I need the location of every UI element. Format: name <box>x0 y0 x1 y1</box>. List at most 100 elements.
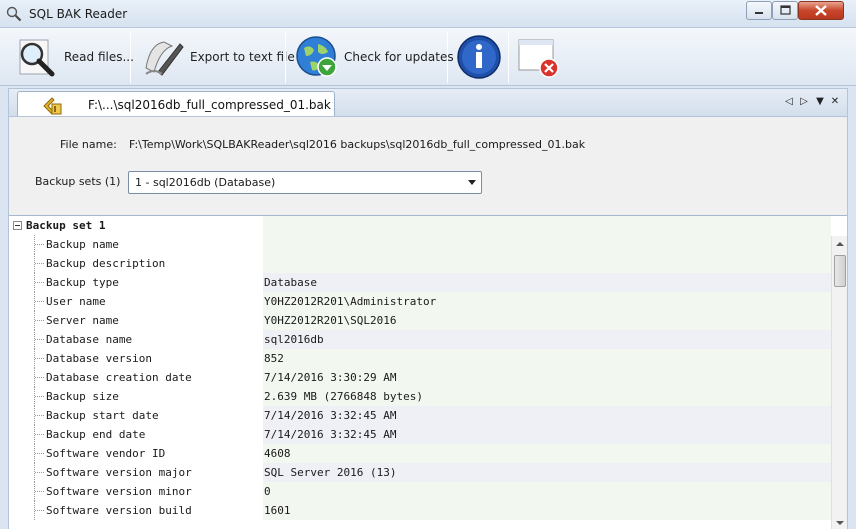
tab-list-dropdown-icon[interactable]: ▼ <box>814 96 826 108</box>
title-bar: SQL BAK Reader <box>0 0 856 28</box>
property-value: 4608 <box>263 444 831 463</box>
exit-window-icon <box>518 39 559 78</box>
table-row[interactable]: Software version major SQL Server 2016 (1… <box>9 463 831 482</box>
scroll-thumb[interactable] <box>834 255 846 287</box>
close-icon <box>815 5 827 16</box>
property-value <box>263 235 831 254</box>
tree-line <box>35 282 44 283</box>
table-row[interactable]: User name Y0HZ2012R201\Administrator <box>9 292 831 311</box>
document-tab-strip: F:\...\sql2016db_full_compressed_01.bak … <box>8 88 848 118</box>
table-row[interactable]: Database name sql2016db <box>9 330 831 349</box>
table-row[interactable]: Backup type Database <box>9 273 831 292</box>
property-value: Y0HZ2012R201\SQL2016 <box>263 311 831 330</box>
table-row[interactable]: Server name Y0HZ2012R201\SQL2016 <box>9 311 831 330</box>
minimize-button[interactable] <box>746 1 772 20</box>
property-name: Software version build <box>46 504 192 517</box>
tree-line <box>35 415 44 416</box>
property-name: Server name <box>46 314 119 327</box>
file-name-value: F:\Temp\Work\SQLBAKReader\sql2016 backup… <box>129 138 586 151</box>
property-value: SQL Server 2016 (13) <box>263 463 831 482</box>
table-row[interactable]: Backup description <box>9 254 831 273</box>
tree-line <box>35 472 44 473</box>
tree-line <box>35 453 44 454</box>
property-name: Software vendor ID <box>46 447 166 460</box>
tree-root-node[interactable]: Backup set 1 <box>9 216 831 235</box>
table-row[interactable]: Backup name <box>9 235 831 254</box>
export-text-button[interactable]: Export to text file <box>138 31 295 83</box>
file-name-label: File name: <box>60 138 117 151</box>
table-row[interactable]: Backup start date 7/14/2016 3:32:45 AM <box>9 406 831 425</box>
tree-line <box>35 339 44 340</box>
property-name: Database name <box>46 333 133 346</box>
tree-line <box>35 434 44 435</box>
tree-line <box>35 396 44 397</box>
property-value <box>263 254 831 273</box>
tree-line <box>35 320 44 321</box>
property-name: Backup start date <box>46 409 159 422</box>
tree-line <box>35 263 44 264</box>
magnifier-icon <box>6 6 22 22</box>
property-value: sql2016db <box>263 330 831 349</box>
table-row[interactable]: Software vendor ID 4608 <box>9 444 831 463</box>
toolbar-separator <box>447 31 448 83</box>
collapse-icon[interactable] <box>13 221 22 230</box>
property-name: Backup description <box>46 257 166 270</box>
window-title: SQL BAK Reader <box>29 7 128 21</box>
tree-root-label: Backup set 1 <box>26 219 106 232</box>
check-updates-button[interactable]: Check for updates <box>292 31 454 83</box>
tree-line <box>35 510 44 511</box>
property-name: Backup type <box>46 276 119 289</box>
globe-update-icon <box>296 36 337 77</box>
read-files-label: Read files... <box>64 50 134 64</box>
tree-line <box>35 244 44 245</box>
backup-info-panel: File name: F:\Temp\Work\SQLBAKReader\sql… <box>8 116 848 529</box>
read-files-button[interactable]: Read files... <box>12 31 134 83</box>
backup-sets-dropdown[interactable]: 1 - sql2016db (Database) <box>128 171 482 194</box>
property-value: 852 <box>263 349 831 368</box>
maximize-icon <box>780 5 791 15</box>
property-value: 7/14/2016 3:32:45 AM <box>263 406 831 425</box>
table-row[interactable]: Backup size 2.639 MB (2766848 bytes) <box>9 387 831 406</box>
tab-scroll-left-icon[interactable]: ◁ <box>783 96 795 108</box>
table-row[interactable]: Software version minor 0 <box>9 482 831 501</box>
scroll-down-icon[interactable] <box>834 517 846 529</box>
property-name: User name <box>46 295 106 308</box>
property-value: 0 <box>263 482 831 501</box>
backup-properties-tree: Backup set 1 Backup name Backup descripti… <box>9 215 847 529</box>
toolbar-separator <box>285 31 286 83</box>
property-value: 7/14/2016 3:32:45 AM <box>263 425 831 444</box>
exit-button[interactable] <box>514 31 564 83</box>
database-key-icon <box>43 97 62 115</box>
property-value: 1601 <box>263 501 831 520</box>
property-name: Backup size <box>46 390 119 403</box>
info-icon <box>457 35 501 79</box>
table-row[interactable]: Backup end date 7/14/2016 3:32:45 AM <box>9 425 831 444</box>
property-name: Software version minor <box>46 485 192 498</box>
tree-line <box>35 301 44 302</box>
tab-backup-file[interactable]: F:\...\sql2016db_full_compressed_01.bak <box>17 91 335 118</box>
property-value: Y0HZ2012R201\Administrator <box>263 292 831 311</box>
export-label: Export to text file <box>190 50 295 64</box>
close-window-button[interactable] <box>798 1 844 20</box>
property-value: 2.639 MB (2766848 bytes) <box>263 387 831 406</box>
scroll-up-icon[interactable] <box>834 238 846 250</box>
toolbar: Read files... Export to text file Check … <box>0 28 856 86</box>
vertical-scrollbar[interactable] <box>831 236 847 529</box>
tab-close-icon[interactable]: ✕ <box>829 96 841 108</box>
tab-scroll-right-icon[interactable]: ▷ <box>798 96 810 108</box>
toolbar-separator <box>130 31 131 83</box>
table-row[interactable]: Database creation date 7/14/2016 3:30:29 … <box>9 368 831 387</box>
property-value: Database <box>263 273 831 292</box>
about-button[interactable] <box>454 31 504 83</box>
check-updates-label: Check for updates <box>344 50 454 64</box>
export-pen-icon <box>145 41 184 76</box>
tree-line <box>35 491 44 492</box>
maximize-button[interactable] <box>772 1 798 20</box>
search-document-icon <box>19 39 55 77</box>
table-row[interactable]: Software version build 1601 <box>9 501 831 520</box>
property-name: Database version <box>46 352 152 365</box>
toolbar-separator <box>508 31 509 83</box>
table-row[interactable]: Database version 852 <box>9 349 831 368</box>
property-name: Database creation date <box>46 371 192 384</box>
property-value: 7/14/2016 3:30:29 AM <box>263 368 831 387</box>
